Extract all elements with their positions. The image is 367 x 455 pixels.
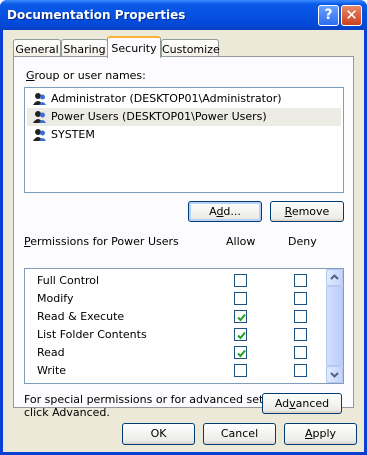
apply-button[interactable]: Apply: [284, 423, 357, 445]
window-title: Documentation Properties: [7, 8, 186, 22]
check-icon: [237, 331, 246, 340]
deny-checkbox[interactable]: [294, 310, 307, 323]
advanced-hint-line-1: For special permissions or for advanced …: [24, 393, 294, 406]
permissions-label: Permissions for Power Users: [24, 235, 179, 248]
user-item-power-users[interactable]: Power Users (DESKTOP01\Power Users): [27, 108, 341, 126]
allow-checkbox[interactable]: [234, 292, 247, 305]
help-button[interactable]: ?: [318, 5, 339, 26]
scroll-thumb[interactable]: [326, 286, 343, 366]
permission-row: Modify: [25, 290, 327, 308]
user-item-administrator[interactable]: Administrator (DESKTOP01\Administrator): [27, 90, 341, 108]
allow-checkbox[interactable]: [234, 310, 247, 323]
permission-name: Full Control: [37, 274, 100, 287]
add-button[interactable]: Add...: [188, 201, 262, 222]
deny-checkbox[interactable]: [294, 328, 307, 341]
close-button[interactable]: ✕: [341, 5, 362, 26]
permission-name: Write: [37, 364, 67, 377]
title-bar[interactable]: Documentation Properties ? ✕: [0, 0, 367, 30]
allow-header: Allow: [226, 235, 256, 248]
deny-checkbox[interactable]: [294, 274, 307, 287]
permission-row: Full Control: [25, 272, 327, 290]
deny-checkbox[interactable]: [294, 292, 307, 305]
chevron-down-icon: [330, 372, 339, 378]
users-icon: [33, 93, 46, 105]
scroll-down-button[interactable]: [326, 366, 343, 383]
deny-checkbox[interactable]: [294, 364, 307, 377]
ok-button[interactable]: OK: [122, 423, 195, 445]
cancel-button[interactable]: Cancel: [203, 423, 276, 445]
permission-row: Write: [25, 362, 327, 380]
deny-checkbox[interactable]: [294, 346, 307, 359]
check-icon: [237, 313, 246, 322]
remove-button[interactable]: Remove: [270, 201, 344, 222]
permission-name: List Folder Contents: [37, 328, 147, 341]
user-name: SYSTEM: [51, 128, 95, 141]
permission-name: Read: [37, 346, 65, 359]
group-user-label: Group or user names:: [26, 69, 146, 82]
permissions-list[interactable]: Full Control Modify Read & Execute List Fol…: [24, 268, 344, 384]
user-item-system[interactable]: SYSTEM: [27, 126, 341, 144]
security-panel: Group or user names: Administrator (DESK…: [13, 56, 354, 419]
allow-checkbox[interactable]: [234, 328, 247, 341]
user-list[interactable]: Administrator (DESKTOP01\Administrator) …: [24, 87, 344, 193]
allow-checkbox[interactable]: [234, 346, 247, 359]
advanced-hint-line-2: click Advanced.: [24, 406, 110, 419]
permission-row: List Folder Contents: [25, 326, 327, 344]
properties-window: Documentation Properties ? ✕ General Sha…: [0, 0, 367, 455]
scrollbar[interactable]: [326, 269, 343, 383]
users-icon: [33, 111, 46, 123]
permission-name: Read & Execute: [37, 310, 125, 323]
tab-security[interactable]: Security: [107, 36, 161, 58]
permission-row: Read & Execute: [25, 308, 327, 326]
check-icon: [237, 349, 246, 358]
user-name: Power Users (DESKTOP01\Power Users): [51, 110, 267, 123]
dialog-client-area: General Sharing Security Customize Group…: [3, 30, 364, 452]
permission-row: Read: [25, 344, 327, 362]
users-icon: [33, 129, 46, 141]
advanced-button[interactable]: Advanced: [262, 393, 342, 414]
scroll-up-button[interactable]: [326, 269, 343, 286]
user-name: Administrator (DESKTOP01\Administrator): [51, 92, 282, 105]
deny-header: Deny: [288, 235, 317, 248]
allow-checkbox[interactable]: [234, 364, 247, 377]
chevron-up-icon: [330, 274, 339, 280]
permission-name: Modify: [37, 292, 74, 305]
allow-checkbox[interactable]: [234, 274, 247, 287]
